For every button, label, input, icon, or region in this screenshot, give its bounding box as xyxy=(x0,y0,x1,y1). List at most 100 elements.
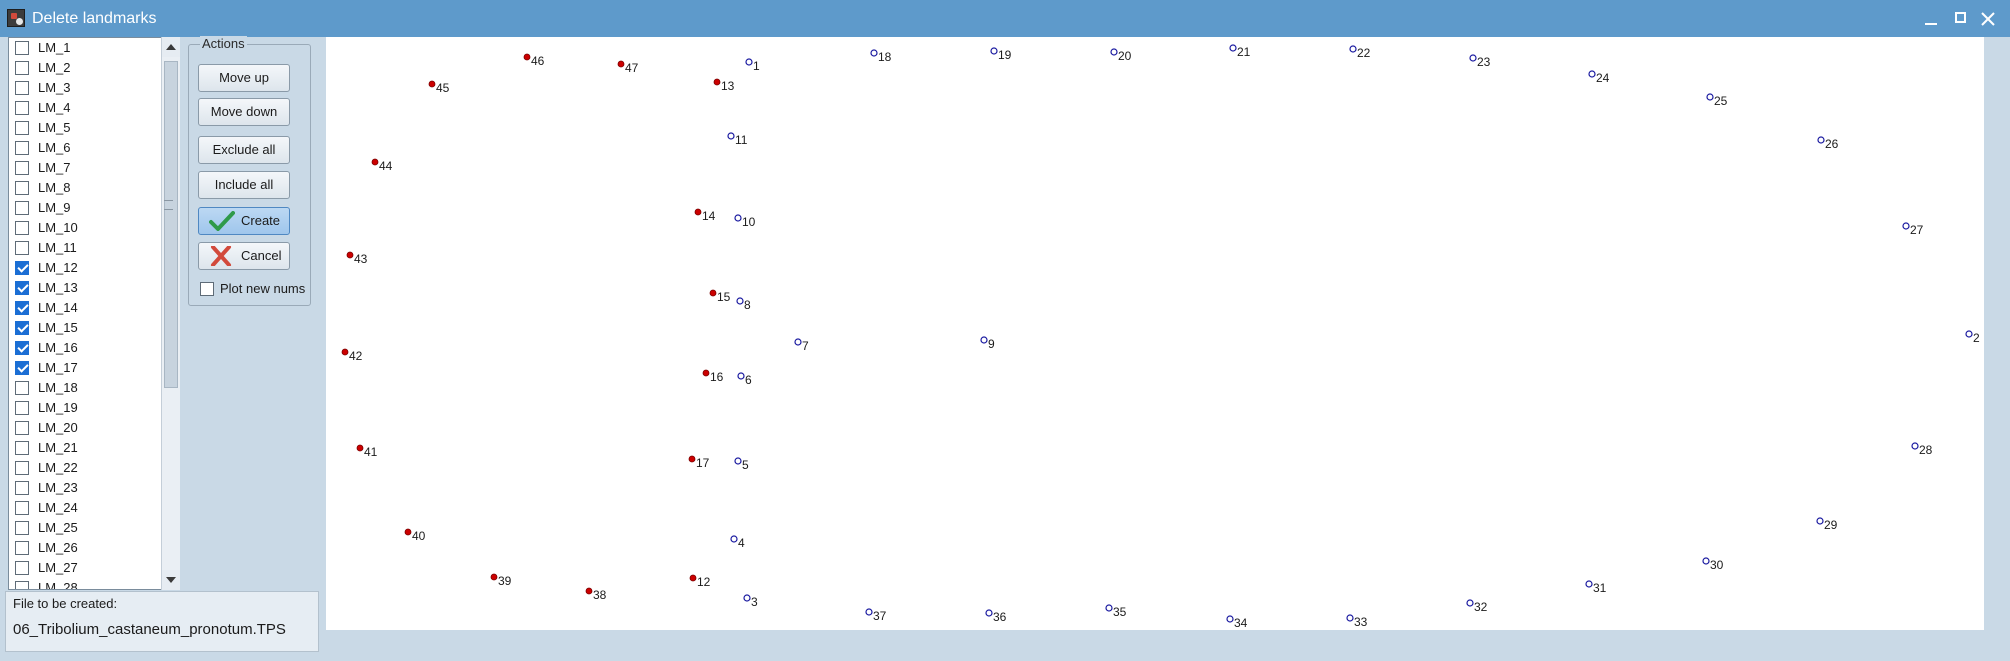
landmark-point[interactable] xyxy=(713,78,721,86)
landmark-point[interactable] xyxy=(870,49,878,57)
landmark-point[interactable] xyxy=(617,60,625,68)
landmark-checkbox[interactable] xyxy=(15,481,29,495)
app-icon[interactable] xyxy=(7,9,25,27)
move-down-button[interactable]: Move down xyxy=(198,98,290,126)
list-scrollbar[interactable] xyxy=(161,37,180,590)
landmark-list-item[interactable]: LM_6 xyxy=(9,138,164,158)
plot-new-nums-checkbox[interactable] xyxy=(200,282,214,296)
landmark-list-item[interactable]: LM_7 xyxy=(9,158,164,178)
landmark-checkbox[interactable] xyxy=(15,321,29,335)
landmark-list-item[interactable]: LM_14 xyxy=(9,298,164,318)
landmark-checkbox[interactable] xyxy=(15,441,29,455)
landmark-list-item[interactable]: LM_8 xyxy=(9,178,164,198)
landmark-checklist[interactable]: LM_1 LM_2 LM_3 LM_4 LM_5 LM_6 LM_7 LM_8 LM_9 LM_1… xyxy=(8,37,180,590)
landmark-list-item[interactable]: LM_26 xyxy=(9,538,164,558)
landmark-list-item[interactable]: LM_20 xyxy=(9,418,164,438)
landmark-point[interactable] xyxy=(346,251,354,259)
landmark-checkbox[interactable] xyxy=(15,541,29,555)
landmark-plot[interactable]: 1 2 3 4 5 6 7 8 9 10 11 12 13 14 15 16 17 18 19 20 21 22 23 24 2… xyxy=(326,37,1984,630)
landmark-checkbox[interactable] xyxy=(15,561,29,575)
landmark-point[interactable] xyxy=(737,372,745,380)
landmark-point[interactable] xyxy=(1706,93,1714,101)
landmark-point[interactable] xyxy=(1469,54,1477,62)
landmark-point[interactable] xyxy=(1902,222,1910,230)
landmark-list-item[interactable]: LM_25 xyxy=(9,518,164,538)
landmark-point[interactable] xyxy=(490,573,498,581)
maximize-button[interactable] xyxy=(1945,6,1975,32)
landmark-point[interactable] xyxy=(794,338,802,346)
landmark-checkbox[interactable] xyxy=(15,521,29,535)
landmark-checkbox[interactable] xyxy=(15,421,29,435)
landmark-point[interactable] xyxy=(990,47,998,55)
landmark-point[interactable] xyxy=(1702,557,1710,565)
scroll-down-button[interactable] xyxy=(162,570,180,590)
landmark-list-item[interactable]: LM_24 xyxy=(9,498,164,518)
landmark-point[interactable] xyxy=(428,80,436,88)
landmark-checkbox[interactable] xyxy=(15,61,29,75)
landmark-checkbox[interactable] xyxy=(15,381,29,395)
exclude-all-button[interactable]: Exclude all xyxy=(198,136,290,164)
landmark-list-item[interactable]: LM_18 xyxy=(9,378,164,398)
landmark-list-item[interactable]: LM_5 xyxy=(9,118,164,138)
landmark-checkbox[interactable] xyxy=(15,461,29,475)
landmark-point[interactable] xyxy=(1965,330,1973,338)
landmark-checkbox[interactable] xyxy=(15,361,29,375)
landmark-checkbox[interactable] xyxy=(15,241,29,255)
landmark-point[interactable] xyxy=(1105,604,1113,612)
landmark-point[interactable] xyxy=(980,336,988,344)
minimize-button[interactable] xyxy=(1916,6,1946,32)
landmark-point[interactable] xyxy=(709,289,717,297)
landmark-point[interactable] xyxy=(688,455,696,463)
landmark-checkbox[interactable] xyxy=(15,181,29,195)
landmark-list-item[interactable]: LM_10 xyxy=(9,218,164,238)
landmark-checkbox[interactable] xyxy=(15,401,29,415)
landmark-checkbox[interactable] xyxy=(15,581,29,589)
landmark-checkbox[interactable] xyxy=(15,221,29,235)
landmark-list-item[interactable]: LM_2 xyxy=(9,58,164,78)
landmark-checkbox[interactable] xyxy=(15,341,29,355)
landmark-list-item[interactable]: LM_11 xyxy=(9,238,164,258)
landmark-point[interactable] xyxy=(694,208,702,216)
landmark-list-item[interactable]: LM_16 xyxy=(9,338,164,358)
landmark-point[interactable] xyxy=(865,608,873,616)
landmark-checkbox[interactable] xyxy=(15,121,29,135)
landmark-list-item[interactable]: LM_15 xyxy=(9,318,164,338)
landmark-point[interactable] xyxy=(702,369,710,377)
landmark-point[interactable] xyxy=(371,158,379,166)
landmark-point[interactable] xyxy=(341,348,349,356)
landmark-checkbox[interactable] xyxy=(15,261,29,275)
landmark-checkbox[interactable] xyxy=(15,41,29,55)
landmark-point[interactable] xyxy=(1466,599,1474,607)
landmark-point[interactable] xyxy=(356,444,364,452)
landmark-point[interactable] xyxy=(1817,136,1825,144)
move-up-button[interactable]: Move up xyxy=(198,64,290,92)
landmark-point[interactable] xyxy=(745,58,753,66)
landmark-list-item[interactable]: LM_19 xyxy=(9,398,164,418)
landmark-checkbox[interactable] xyxy=(15,281,29,295)
landmark-point[interactable] xyxy=(743,594,751,602)
landmark-list-item[interactable]: LM_21 xyxy=(9,438,164,458)
include-all-button[interactable]: Include all xyxy=(198,171,290,199)
landmark-point[interactable] xyxy=(727,132,735,140)
landmark-point[interactable] xyxy=(404,528,412,536)
landmark-list-item[interactable]: LM_13 xyxy=(9,278,164,298)
landmark-point[interactable] xyxy=(734,214,742,222)
landmark-point[interactable] xyxy=(985,609,993,617)
landmark-list-item[interactable]: LM_28 xyxy=(9,578,164,589)
create-button[interactable]: Create xyxy=(198,207,290,235)
scroll-thumb[interactable] xyxy=(164,61,178,388)
landmark-point[interactable] xyxy=(736,297,744,305)
landmark-checkbox[interactable] xyxy=(15,501,29,515)
landmark-checkbox[interactable] xyxy=(15,81,29,95)
landmark-point[interactable] xyxy=(1229,44,1237,52)
landmark-point[interactable] xyxy=(1816,517,1824,525)
landmark-point[interactable] xyxy=(585,587,593,595)
landmark-point[interactable] xyxy=(1585,580,1593,588)
landmark-checkbox[interactable] xyxy=(15,161,29,175)
landmark-list-item[interactable]: LM_22 xyxy=(9,458,164,478)
landmark-checkbox[interactable] xyxy=(15,141,29,155)
landmark-checkbox[interactable] xyxy=(15,101,29,115)
splitter-grip[interactable] xyxy=(164,200,173,210)
landmark-point[interactable] xyxy=(523,53,531,61)
landmark-checkbox[interactable] xyxy=(15,201,29,215)
